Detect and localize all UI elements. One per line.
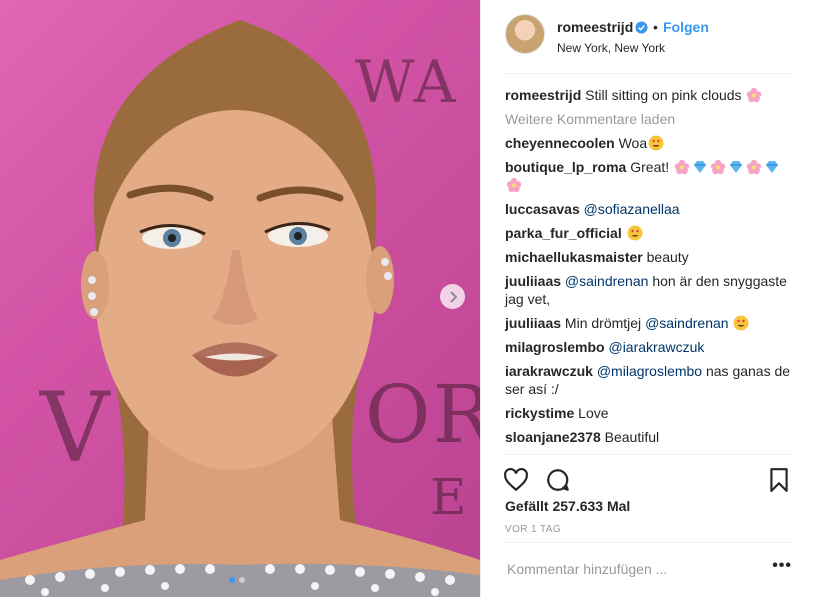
heart-eyes-emoji-icon — [627, 225, 643, 241]
like-count[interactable]: Gefällt 257.633 Mal — [505, 498, 630, 514]
gem-icon — [766, 161, 779, 173]
heart-icon[interactable] — [503, 467, 529, 493]
list-item: luccasavas @sofiazanellaa — [505, 200, 795, 218]
comment-mention[interactable]: @sofiazanellaa — [584, 201, 680, 217]
avatar[interactable] — [505, 14, 545, 54]
heart-eyes-emoji-icon — [733, 315, 749, 331]
add-comment-section: ••• — [505, 542, 792, 597]
list-item: rickystime Love — [505, 404, 795, 422]
header-bullet: • — [653, 19, 658, 35]
list-item: iarakrawczuk @milagroslembo nas ganas de… — [505, 362, 795, 398]
carousel-dot — [229, 577, 235, 583]
load-more-comments[interactable]: Weitere Kommentare laden — [505, 110, 795, 128]
post-photo[interactable]: WA V OR E — [0, 0, 480, 597]
portrait-illustration — [0, 20, 480, 597]
comment-username[interactable]: luccasavas — [505, 201, 580, 217]
comment-username[interactable]: boutique_lp_roma — [505, 159, 626, 175]
comment-text: Woa — [618, 135, 648, 151]
comment-username[interactable]: iarakrawczuk — [505, 363, 593, 379]
comment-username[interactable]: sloanjane2378 — [505, 429, 601, 445]
follow-button[interactable]: Folgen — [663, 19, 709, 35]
post-location[interactable]: New York, New York — [557, 41, 665, 55]
list-item: cheyennecoolen Woa — [505, 134, 795, 152]
post-side-panel: romeestrijd • Folgen New York, New York … — [480, 0, 816, 597]
comment-input[interactable] — [507, 561, 747, 577]
comment-username[interactable]: parka_fur_official — [505, 225, 622, 241]
comment-text: Min drömtjej — [564, 315, 642, 331]
comment-mention[interactable]: @milagroslembo — [597, 363, 702, 379]
list-item: parka_fur_official — [505, 224, 795, 242]
gem-icon — [730, 161, 743, 173]
more-options-button[interactable]: ••• — [772, 557, 792, 575]
comment-mention[interactable]: @iarakrawczuk — [608, 339, 704, 355]
comment-mention[interactable]: @saindrenan — [565, 273, 649, 289]
comment-username[interactable]: michaellukasmaister — [505, 249, 643, 265]
post-header: romeestrijd • Folgen New York, New York — [505, 14, 792, 74]
list-item: sloanjane2378 Beautiful — [505, 428, 795, 446]
post-timestamp[interactable]: VOR 1 TAG — [505, 524, 561, 535]
comment-username[interactable]: milagroslembo — [505, 339, 605, 355]
comment-mention[interactable]: @saindrenan — [645, 315, 729, 331]
caption: romeestrijd Still sitting on pink clouds — [505, 86, 795, 104]
verified-badge-icon — [635, 21, 648, 34]
list-item: juuliiaas Min drömtjej @saindrenan — [505, 314, 795, 332]
comment-text: Love — [578, 405, 609, 421]
gem-icon — [694, 161, 707, 173]
comment-username[interactable]: romeestrijd — [505, 87, 581, 103]
header-username[interactable]: romeestrijd — [557, 19, 633, 35]
carousel-dot — [239, 577, 245, 583]
list-item: michaellukasmaister beauty — [505, 248, 795, 266]
cherry-blossom-icon — [674, 159, 690, 175]
comment-username[interactable]: juuliiaas — [505, 315, 561, 331]
bookmark-icon[interactable] — [766, 467, 792, 493]
cherry-blossom-icon — [747, 87, 762, 103]
cherry-blossom-icon — [710, 159, 726, 175]
comment-text: Still sitting on pink clouds — [585, 87, 742, 103]
comment-icon[interactable] — [545, 467, 571, 493]
comment-text: Great! — [630, 159, 670, 175]
comment-username[interactable]: cheyennecoolen — [505, 135, 615, 151]
cherry-blossom-icon — [506, 177, 522, 193]
comment-text: beauty — [646, 249, 689, 265]
list-item: milagroslembo @iarakrawczuk — [505, 338, 795, 356]
carousel-indicator — [229, 577, 245, 583]
action-bar — [503, 454, 792, 500]
comment-username[interactable]: rickystime — [505, 405, 574, 421]
next-photo-button[interactable] — [440, 284, 465, 309]
comment-username[interactable]: juuliiaas — [505, 273, 561, 289]
list-item: boutique_lp_roma Great! — [505, 158, 795, 194]
list-item: juuliiaas @saindrenan hon är den snyggas… — [505, 272, 795, 308]
comment-text: Beautiful — [604, 429, 660, 445]
cherry-blossom-icon — [746, 159, 762, 175]
heart-eyes-emoji-icon — [648, 135, 664, 151]
comment-list: romeestrijd Still sitting on pink clouds… — [505, 86, 795, 452]
chevron-right-icon — [449, 290, 457, 303]
